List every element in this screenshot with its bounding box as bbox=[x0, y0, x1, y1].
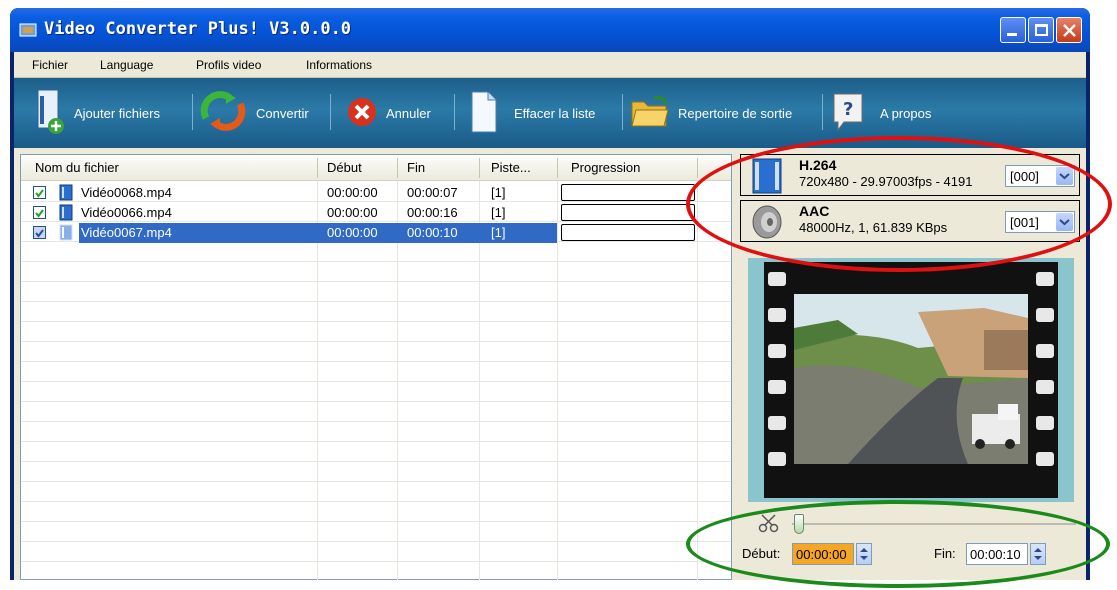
column-header-progress[interactable]: Progression bbox=[571, 160, 640, 175]
help-icon: ? bbox=[833, 93, 863, 132]
menu-profils-video[interactable]: Profils video bbox=[196, 58, 261, 72]
video-file-icon bbox=[59, 204, 73, 221]
checkmark-icon bbox=[35, 189, 44, 198]
cancel-icon bbox=[348, 98, 376, 126]
video-file-icon bbox=[59, 224, 73, 241]
convert-icon bbox=[200, 91, 246, 131]
menu-informations[interactable]: Informations bbox=[306, 58, 372, 72]
grid-line bbox=[21, 521, 731, 522]
grid-line bbox=[21, 461, 731, 462]
file-list-header: Nom du fichier Début Fin Piste... Progre… bbox=[21, 155, 731, 181]
checkmark-icon bbox=[35, 209, 44, 218]
row-progress-bar bbox=[561, 224, 695, 241]
output-directory-label: Repertoire de sortie bbox=[678, 106, 793, 121]
menu-fichier[interactable]: Fichier bbox=[32, 58, 68, 72]
column-divider[interactable] bbox=[557, 158, 558, 178]
grid-line bbox=[21, 341, 731, 342]
grid-line bbox=[21, 361, 731, 362]
minimize-button[interactable] bbox=[1000, 17, 1026, 43]
annotation-red-ellipse bbox=[686, 136, 1112, 272]
toolbar-separator bbox=[822, 94, 823, 130]
cancel-button[interactable]: Annuler bbox=[340, 86, 450, 140]
row-filename: Vidéo0066.mp4 bbox=[81, 205, 172, 220]
toolbar-separator bbox=[622, 94, 623, 130]
row-filename: Vidéo0067.mp4 bbox=[81, 225, 172, 240]
grid-line bbox=[21, 401, 731, 402]
row-progress-bar bbox=[561, 184, 695, 201]
video-file-icon bbox=[59, 184, 73, 201]
column-divider[interactable] bbox=[697, 158, 698, 178]
row-checkbox[interactable] bbox=[33, 206, 46, 219]
add-files-label: Ajouter fichiers bbox=[74, 106, 160, 121]
app-window: Video Converter Plus! V3.0.0.0 Fichier L… bbox=[10, 8, 1090, 580]
cancel-label: Annuler bbox=[386, 106, 431, 121]
grid-line bbox=[21, 381, 731, 382]
grid-line bbox=[21, 561, 731, 562]
close-button[interactable] bbox=[1056, 17, 1082, 43]
grid-line bbox=[21, 541, 731, 542]
row-end: 00:00:10 bbox=[407, 225, 458, 240]
toolbar-separator bbox=[192, 94, 193, 130]
grid-line bbox=[21, 501, 731, 502]
column-header-start[interactable]: Début bbox=[327, 160, 362, 175]
app-icon bbox=[19, 23, 37, 37]
output-directory-button[interactable]: Repertoire de sortie bbox=[630, 86, 820, 140]
grid-line bbox=[21, 281, 731, 282]
row-end: 00:00:16 bbox=[407, 205, 458, 220]
about-button[interactable]: ? A propos bbox=[832, 86, 942, 140]
toolbar-separator bbox=[454, 94, 455, 130]
window-title: Video Converter Plus! V3.0.0.0 bbox=[44, 19, 352, 39]
video-preview bbox=[748, 258, 1074, 502]
add-file-icon bbox=[37, 89, 64, 134]
row-checkbox[interactable] bbox=[33, 186, 46, 199]
column-divider[interactable] bbox=[397, 158, 398, 178]
video-frame-image bbox=[748, 258, 1074, 502]
menu-bar: Fichier Language Profils video Informati… bbox=[14, 52, 1086, 78]
column-header-end[interactable]: Fin bbox=[407, 160, 425, 175]
checkmark-icon bbox=[35, 229, 44, 238]
column-header-track[interactable]: Piste... bbox=[491, 160, 531, 175]
row-filename: Vidéo0068.mp4 bbox=[81, 185, 172, 200]
about-label: A propos bbox=[880, 106, 932, 121]
table-row[interactable]: Vidéo0066.mp4 00:00:00 00:00:16 [1] bbox=[21, 203, 731, 223]
row-start: 00:00:00 bbox=[327, 225, 378, 240]
row-checkbox[interactable] bbox=[33, 226, 46, 239]
grid-line bbox=[21, 441, 731, 442]
row-end: 00:00:07 bbox=[407, 185, 458, 200]
grid-line bbox=[21, 321, 731, 322]
annotation-green-ellipse bbox=[686, 500, 1110, 588]
clear-list-label: Effacer la liste bbox=[514, 106, 596, 121]
svg-text:?: ? bbox=[843, 99, 853, 120]
row-progress-bar bbox=[561, 204, 695, 221]
column-divider[interactable] bbox=[479, 158, 480, 178]
menu-language[interactable]: Language bbox=[100, 58, 153, 72]
grid-line bbox=[21, 481, 731, 482]
grid-line bbox=[21, 301, 731, 302]
grid-line bbox=[21, 421, 731, 422]
toolbar-separator bbox=[330, 94, 331, 130]
table-row-selected[interactable]: Vidéo0067.mp4 00:00:00 00:00:10 [1] bbox=[21, 223, 731, 243]
column-header-filename[interactable]: Nom du fichier bbox=[35, 160, 119, 175]
folder-icon bbox=[631, 96, 669, 127]
maximize-button[interactable] bbox=[1028, 17, 1054, 43]
convert-label: Convertir bbox=[256, 106, 309, 121]
row-track: [1] bbox=[491, 225, 506, 240]
column-divider[interactable] bbox=[317, 158, 318, 178]
file-list[interactable]: Nom du fichier Début Fin Piste... Progre… bbox=[20, 154, 732, 580]
convert-button[interactable]: Convertir bbox=[200, 86, 320, 140]
row-start: 00:00:00 bbox=[327, 205, 378, 220]
row-track: [1] bbox=[491, 185, 506, 200]
blank-document-icon bbox=[471, 91, 497, 133]
grid-line bbox=[21, 261, 731, 262]
close-icon bbox=[1063, 24, 1076, 37]
table-row[interactable]: Vidéo0068.mp4 00:00:00 00:00:07 [1] bbox=[21, 183, 731, 203]
row-track: [1] bbox=[491, 205, 506, 220]
add-files-button[interactable]: Ajouter fichiers bbox=[34, 86, 184, 140]
title-bar[interactable]: Video Converter Plus! V3.0.0.0 bbox=[10, 8, 1090, 52]
clear-list-button[interactable]: Effacer la liste bbox=[470, 86, 620, 140]
row-start: 00:00:00 bbox=[327, 185, 378, 200]
